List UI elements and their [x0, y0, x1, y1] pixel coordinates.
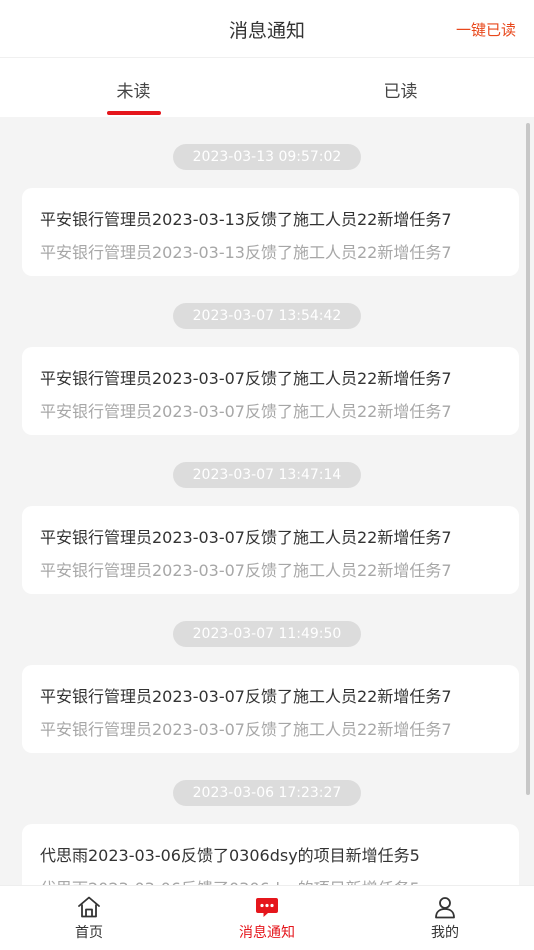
- message-title: 平安银行管理员2023-03-07反馈了施工人员22新增任务7: [40, 369, 452, 388]
- page-title: 消息通知: [228, 20, 305, 42]
- home-icon: [78, 896, 100, 918]
- message-title: 代思雨2023-03-06反馈了0306dsy的项目新增任务5: [40, 846, 420, 865]
- tabbar-label-messages: 消息通知: [239, 925, 295, 941]
- active-tab-indicator: [106, 111, 161, 115]
- message-group: 2023-03-07 13:47:14 平安银行管理员2023-03-07反馈了…: [0, 462, 534, 594]
- bottom-tab-bar: 首页 消息通知 我的: [0, 885, 534, 950]
- tabbar-item-profile[interactable]: 我的: [356, 886, 534, 950]
- message-group: 2023-03-07 11:49:50 平安银行管理员2023-03-07反馈了…: [0, 621, 534, 753]
- tabbar-label-home: 首页: [75, 925, 103, 941]
- message-preview: 平安银行管理员2023-03-07反馈了施工人员22新增任务7: [40, 561, 452, 580]
- message-preview: 代思雨2023-03-06反馈了0306dsy的项目新增任务5: [40, 875, 503, 885]
- tab-unread[interactable]: 未读: [0, 58, 267, 117]
- timestamp-badge: 2023-03-07 13:54:42: [173, 303, 361, 329]
- message-group: 2023-03-07 13:54:42 平安银行管理员2023-03-07反馈了…: [0, 303, 534, 435]
- mark-all-read-button[interactable]: 一键已读: [456, 19, 516, 40]
- message-title: 平安银行管理员2023-03-07反馈了施工人员22新增任务7: [40, 687, 452, 706]
- message-card[interactable]: 平安银行管理员2023-03-07反馈了施工人员22新增任务7 平安银行管理员2…: [22, 665, 519, 753]
- timestamp-badge: 2023-03-06 17:23:27: [173, 780, 361, 806]
- message-group: 2023-03-13 09:57:02 平安银行管理员2023-03-13反馈了…: [0, 144, 534, 276]
- message-icon: [256, 898, 278, 917]
- scrollbar[interactable]: [526, 123, 530, 795]
- message-title: 平安银行管理员2023-03-07反馈了施工人员22新增任务7: [40, 528, 452, 547]
- timestamp-badge: 2023-03-13 09:57:02: [173, 144, 361, 170]
- tab-bar: 未读 已读: [0, 58, 534, 117]
- message-preview: 平安银行管理员2023-03-07反馈了施工人员22新增任务7: [40, 720, 452, 739]
- message-card[interactable]: 平安银行管理员2023-03-07反馈了施工人员22新增任务7 平安银行管理员2…: [22, 506, 519, 594]
- user-icon: [435, 897, 455, 919]
- message-card[interactable]: 平安银行管理员2023-03-07反馈了施工人员22新增任务7 平安银行管理员2…: [22, 347, 519, 435]
- message-card[interactable]: 代思雨2023-03-06反馈了0306dsy的项目新增任务5 代思雨2023-…: [22, 824, 519, 885]
- message-list[interactable]: 2023-03-13 09:57:02 平安银行管理员2023-03-13反馈了…: [0, 117, 534, 885]
- header: 消息通知 一键已读: [0, 0, 534, 58]
- timestamp-badge: 2023-03-07 11:49:50: [173, 621, 361, 647]
- tabbar-item-messages[interactable]: 消息通知: [178, 886, 356, 950]
- tabbar-label-profile: 我的: [431, 925, 459, 941]
- tab-read[interactable]: 已读: [267, 58, 534, 117]
- message-group: 2023-03-06 17:23:27 代思雨2023-03-06反馈了0306…: [0, 780, 534, 885]
- message-card[interactable]: 平安银行管理员2023-03-13反馈了施工人员22新增任务7 平安银行管理员2…: [22, 188, 519, 276]
- tabbar-item-home[interactable]: 首页: [0, 886, 178, 950]
- message-preview: 平安银行管理员2023-03-07反馈了施工人员22新增任务7: [40, 402, 452, 421]
- timestamp-badge: 2023-03-07 13:47:14: [173, 462, 361, 488]
- tab-unread-label: 未读: [116, 82, 151, 102]
- message-title: 平安银行管理员2023-03-13反馈了施工人员22新增任务7: [40, 210, 452, 229]
- tab-read-label: 已读: [383, 82, 418, 102]
- message-preview: 平安银行管理员2023-03-13反馈了施工人员22新增任务7: [40, 243, 452, 262]
